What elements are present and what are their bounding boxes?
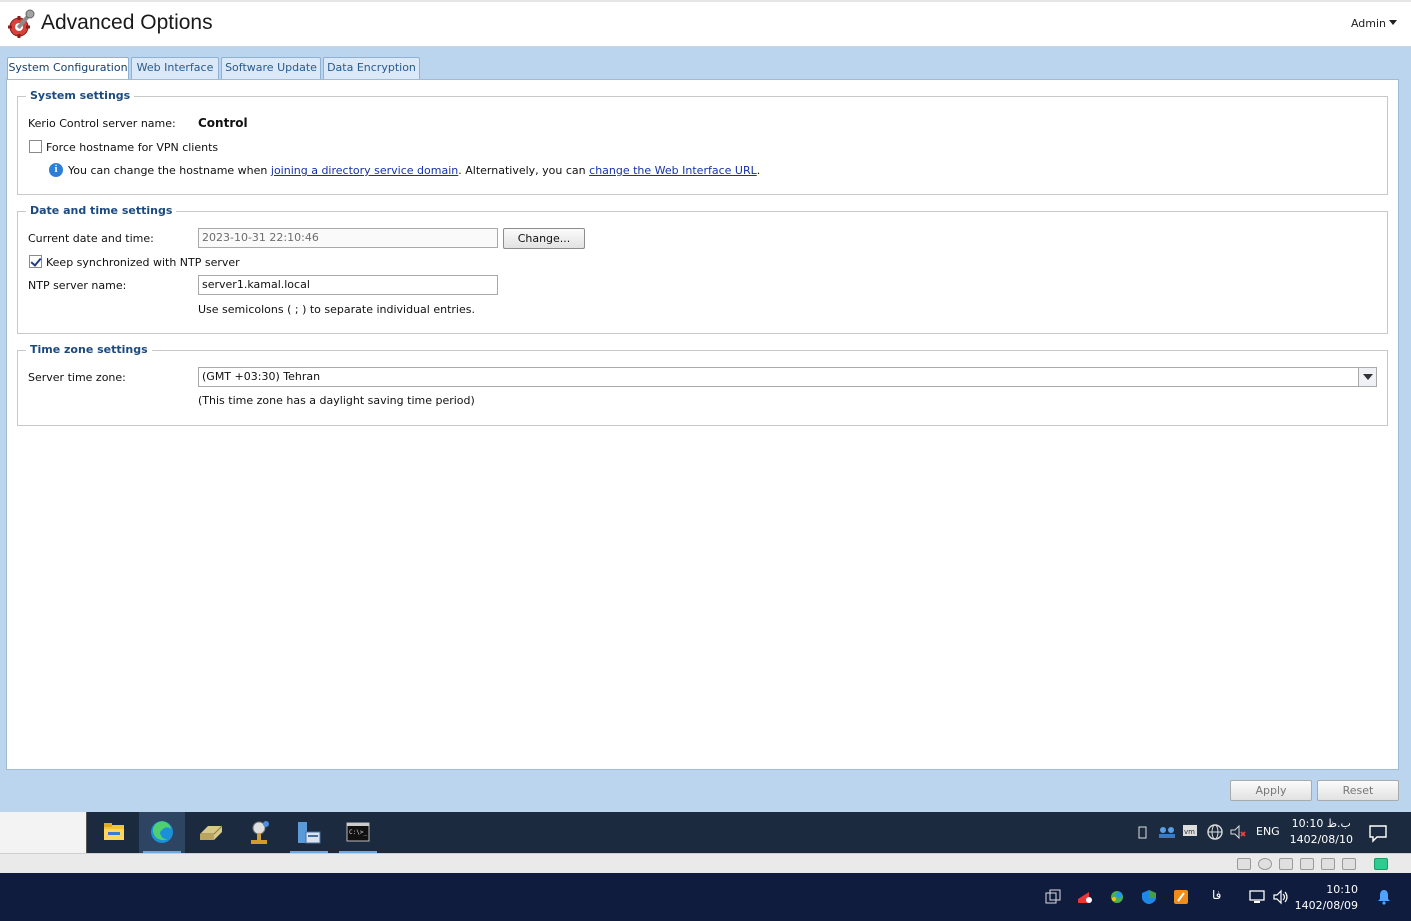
time-zone-legend: Time zone settings — [26, 343, 152, 356]
notification-center-icon[interactable] — [1368, 823, 1388, 843]
speaker-icon[interactable] — [1273, 889, 1289, 905]
host-language-indicator[interactable]: فا — [1212, 888, 1221, 902]
server-manager-icon[interactable] — [286, 812, 332, 853]
system-settings-legend: System settings — [26, 89, 135, 102]
globe-icon[interactable] — [1206, 823, 1224, 841]
edge-browser-icon[interactable] — [139, 812, 185, 853]
ntp-sync-label[interactable]: Keep synchronized with NTP server — [46, 256, 240, 269]
vm-clock-time: 10:10 ب.ظ — [1291, 817, 1351, 830]
vm-taskbar-search-area[interactable] — [0, 812, 87, 853]
gear-tools-icon — [8, 9, 35, 38]
svg-text:C:\>_: C:\>_ — [349, 829, 367, 836]
server-time-zone-label: Server time zone: — [28, 371, 126, 384]
optical-drive-icon[interactable] — [1258, 858, 1272, 870]
time-zone-hint: (This time zone has a daylight saving ti… — [198, 394, 475, 407]
system-configuration-panel: System settings Kerio Control server nam… — [6, 79, 1399, 770]
colorful-app-icon[interactable] — [1109, 889, 1125, 905]
server-time-zone-select[interactable]: (GMT +03:30) Tehran — [198, 367, 1377, 387]
drive-icon[interactable] — [188, 812, 234, 853]
page-title: Advanced Options — [41, 11, 213, 34]
vm-clock[interactable]: 10:10 ب.ظ 1402/08/10 — [1290, 816, 1353, 848]
sound-card-icon[interactable] — [1321, 858, 1335, 870]
orange-app-icon[interactable] — [1173, 889, 1189, 905]
ntp-sync-checkbox[interactable] — [29, 255, 42, 268]
info-middle: . Alternatively, you can — [458, 164, 590, 177]
vm-system-tray: vm — [1136, 812, 1256, 853]
vm-status-strip — [0, 853, 1411, 873]
force-hostname-label[interactable]: Force hostname for VPN clients — [46, 141, 218, 154]
date-time-legend: Date and time settings — [26, 204, 177, 217]
time-zone-value: (GMT +03:30) Tehran — [202, 370, 321, 383]
host-clock[interactable]: 10:10 1402/08/09 — [1295, 882, 1358, 914]
caret-down-icon — [1389, 20, 1397, 25]
volume-muted-icon[interactable] — [1229, 824, 1247, 840]
vm-taskbar: C:\>_ vm ENG 10:10 ب.ظ 1402/08/10 — [0, 812, 1411, 853]
apply-button[interactable]: Apply — [1230, 780, 1312, 801]
printer-icon[interactable] — [1300, 858, 1314, 870]
force-hostname-checkbox[interactable] — [29, 140, 42, 153]
terminal-icon[interactable]: C:\>_ — [335, 812, 381, 853]
current-date-time-label: Current date and time: — [28, 232, 154, 245]
ntp-server-name-input[interactable]: server1.kamal.local — [198, 275, 498, 295]
admin-user-menu[interactable]: Admin — [1351, 17, 1397, 30]
main-area: System Configuration Web Interface Softw… — [0, 47, 1411, 812]
app-notification-icon[interactable] — [1077, 889, 1093, 905]
info-prefix: You can change the hostname when — [68, 164, 271, 177]
hostname-info-text: You can change the hostname when joining… — [68, 164, 760, 177]
usb-device-icon[interactable] — [1342, 858, 1356, 870]
network-tool-icon[interactable] — [237, 812, 283, 853]
network-monitor-icon[interactable] — [1249, 889, 1265, 905]
security-shield-icon[interactable] — [1141, 889, 1157, 905]
time-zone-settings-group: Time zone settings Server time zone: (GM… — [17, 343, 1388, 426]
tab-software-update[interactable]: Software Update — [221, 57, 321, 79]
usb-icon[interactable] — [1136, 824, 1150, 840]
dropdown-arrow-icon[interactable] — [1358, 368, 1376, 386]
info-icon: i — [49, 163, 63, 177]
network-adapter-icon[interactable] — [1279, 858, 1293, 870]
network-users-icon[interactable] — [1158, 825, 1176, 839]
tab-web-interface[interactable]: Web Interface — [131, 57, 219, 79]
server-name-value: Control — [198, 116, 248, 130]
ntp-hint: Use semicolons ( ; ) to separate individ… — [198, 303, 475, 316]
host-clock-time: 10:10 — [1326, 883, 1358, 896]
host-clock-date: 1402/08/09 — [1294, 899, 1358, 912]
hard-disk-icon[interactable] — [1237, 858, 1251, 870]
file-explorer-icon[interactable] — [91, 812, 137, 853]
app-header: Advanced Options Admin — [0, 0, 1411, 47]
vm-clock-date: 1402/08/10 — [1289, 833, 1353, 846]
date-time-settings-group: Date and time settings Current date and … — [17, 204, 1388, 334]
copy-windows-icon[interactable] — [1045, 889, 1061, 905]
change-date-time-button[interactable]: Change... — [503, 228, 585, 249]
tab-data-encryption[interactable]: Data Encryption — [323, 57, 420, 79]
vmware-icon[interactable]: vm — [1182, 824, 1198, 838]
ntp-server-name-label: NTP server name: — [28, 279, 127, 292]
message-log-icon[interactable] — [1374, 858, 1388, 870]
server-name-label: Kerio Control server name: — [28, 117, 176, 130]
join-directory-domain-link[interactable]: joining a directory service domain — [271, 164, 458, 177]
reset-button[interactable]: Reset — [1317, 780, 1399, 801]
host-taskbar: فا 10:10 1402/08/09 — [0, 873, 1411, 921]
user-menu-label: Admin — [1350, 17, 1386, 30]
notification-bell-icon[interactable] — [1376, 889, 1392, 905]
current-date-time-field: 2023-10-31 22:10:46 — [198, 228, 498, 248]
tab-system-configuration[interactable]: System Configuration — [7, 57, 129, 80]
system-settings-group: System settings Kerio Control server nam… — [17, 89, 1388, 195]
info-suffix: . — [756, 164, 761, 177]
change-web-interface-url-link[interactable]: change the Web Interface URL — [589, 164, 757, 177]
svg-text:vm: vm — [1184, 828, 1195, 836]
